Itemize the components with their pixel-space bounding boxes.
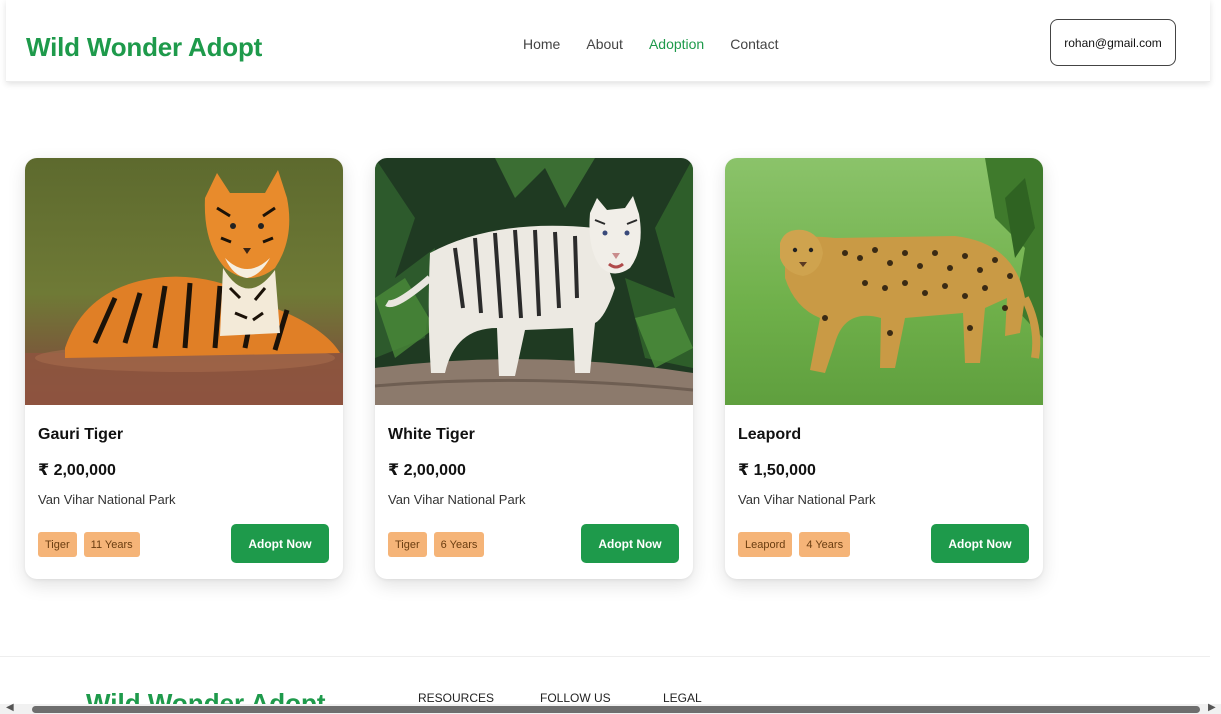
age-tag: 6 Years [433,532,485,557]
top-navbar: Wild Wonder Adopt Home About Adoption Co… [6,0,1210,82]
user-email-button[interactable]: rohan@gmail.com [1050,19,1176,66]
age-tag: 11 Years [83,532,140,557]
white-tiger-photo [375,158,693,405]
animal-card: White Tiger ₹ 2,00,000 Van Vihar Nationa… [375,158,693,579]
footer-resources-heading: RESOURCES [418,691,495,705]
footer-divider [0,656,1210,657]
nav-contact[interactable]: Contact [730,36,778,52]
nav-home[interactable]: Home [523,36,560,52]
scroll-right-arrow-icon[interactable]: ▶ [1208,702,1216,714]
animal-card: Gauri Tiger ₹ 2,00,000 Van Vihar Nationa… [25,158,343,579]
horizontal-scrollbar-thumb[interactable] [32,706,1200,713]
park-location: Van Vihar National Park [738,492,876,507]
age-tag: 4 Years [799,532,851,557]
nav-adoption[interactable]: Adoption [649,36,704,52]
species-tag: Tiger [388,532,427,557]
nav-about[interactable]: About [586,36,623,52]
species-tag: Leapord [738,532,793,557]
scroll-left-arrow-icon[interactable]: ◀ [6,702,14,714]
adoption-price: ₹ 1,50,000 [738,462,816,479]
brand-logo[interactable]: Wild Wonder Adopt [26,32,262,63]
animal-name: White Tiger [388,426,475,443]
animal-name: Gauri Tiger [38,426,124,443]
adopt-now-button[interactable]: Adopt Now [931,524,1029,563]
animal-name: Leapord [738,426,802,443]
tag-list: Leapord 4 Years [738,532,851,557]
adoption-price: ₹ 2,00,000 [388,462,466,479]
leopard-photo [725,158,1043,405]
adoption-price: ₹ 2,00,000 [38,462,116,479]
species-tag: Tiger [38,532,77,557]
page: Wild Wonder Adopt Home About Adoption Co… [0,0,1221,714]
adopt-now-button[interactable]: Adopt Now [581,524,679,563]
animal-card: Leapord ₹ 1,50,000 Van Vihar National Pa… [725,158,1043,579]
adopt-now-button[interactable]: Adopt Now [231,524,329,563]
park-location: Van Vihar National Park [388,492,526,507]
park-location: Van Vihar National Park [38,492,176,507]
main-nav: Home About Adoption Contact [523,36,804,52]
bengal-tiger-photo [25,158,343,405]
tag-list: Tiger 11 Years [38,532,140,557]
footer-legal-heading: LEGAL [663,691,702,705]
footer-follow-us-heading: FOLLOW US [540,691,611,705]
tag-list: Tiger 6 Years [388,532,485,557]
